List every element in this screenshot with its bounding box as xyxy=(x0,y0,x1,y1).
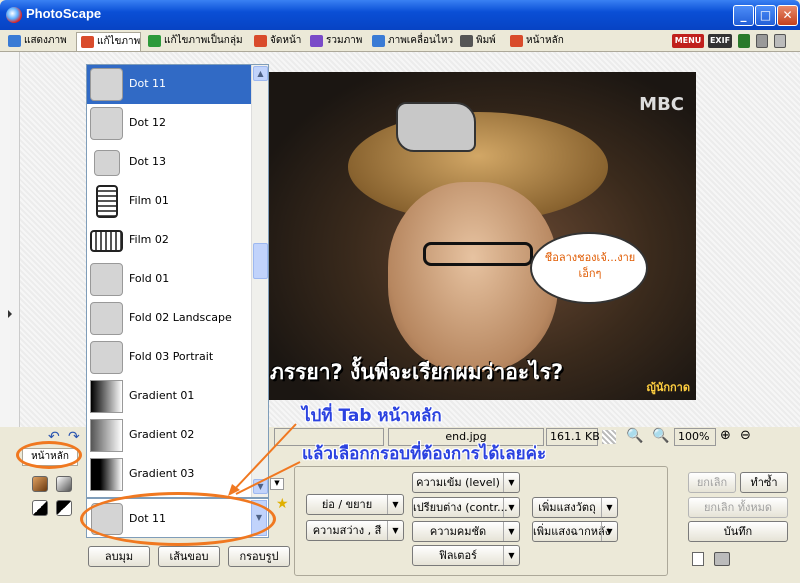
arrow-line xyxy=(231,423,297,493)
annotation-arrow xyxy=(228,423,301,496)
